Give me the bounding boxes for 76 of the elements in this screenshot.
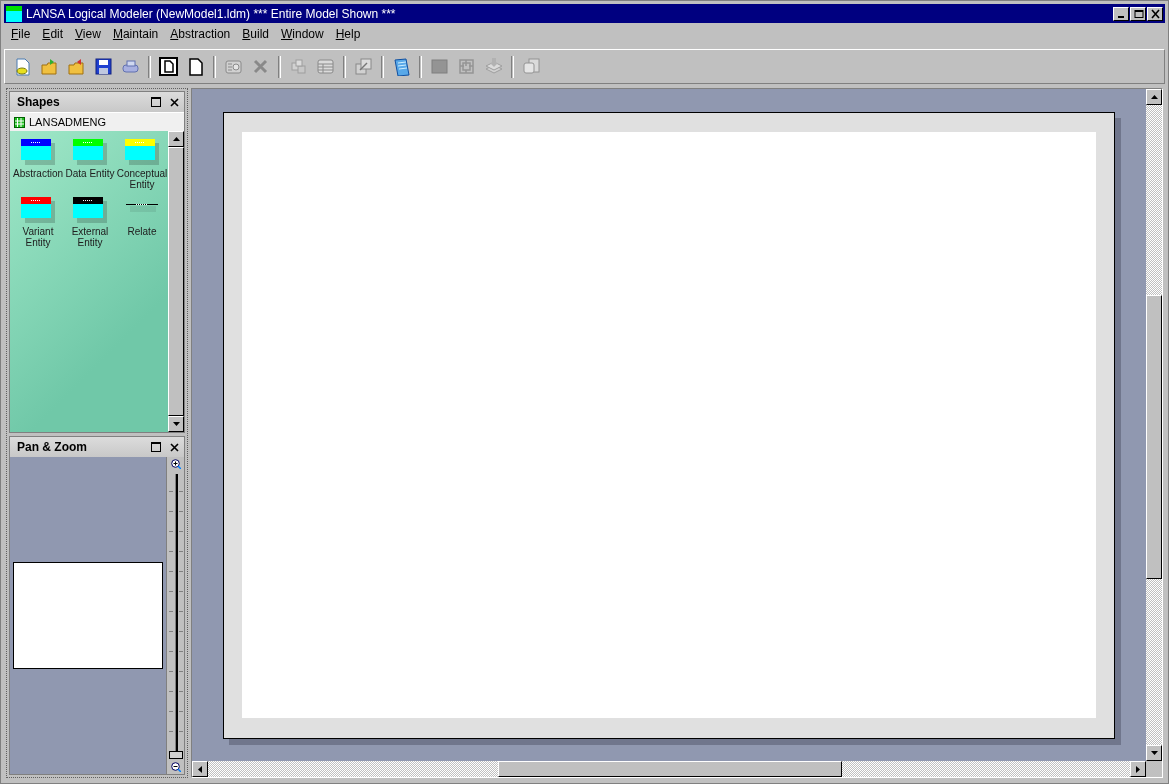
app-icon <box>6 5 22 22</box>
shape-label: Variant Entity <box>21 226 55 248</box>
new-document-icon <box>13 57 32 76</box>
dark-square-icon <box>430 57 449 76</box>
shape-label: External Entity <box>70 226 110 248</box>
scroll-up-button[interactable] <box>1146 89 1162 105</box>
restore-button[interactable] <box>150 441 162 453</box>
copy-icon <box>522 57 541 76</box>
menu-item[interactable]: Build <box>236 25 275 43</box>
cubes-icon <box>289 57 308 76</box>
cross-icon <box>251 57 270 76</box>
horizontal-scrollbar[interactable] <box>192 761 1146 777</box>
shape-label: Conceptual Entity <box>116 168 168 190</box>
close-button[interactable] <box>168 441 180 453</box>
grid-icon <box>14 116 25 128</box>
menu-item[interactable]: Help <box>329 25 367 43</box>
menu-item[interactable]: File <box>5 25 37 43</box>
printer-icon <box>121 57 140 76</box>
maximize-button[interactable] <box>1130 6 1146 21</box>
restore-icon <box>151 442 161 452</box>
shape-item[interactable]: Conceptual Entity <box>116 139 168 197</box>
right-arrow-icon <box>1136 765 1140 773</box>
minimize-icon <box>1118 15 1124 18</box>
panel-title: Pan & Zoom <box>17 440 88 454</box>
close-icon <box>1149 8 1161 19</box>
panel-title: Shapes <box>17 95 61 109</box>
shape-label: Relate <box>127 226 157 237</box>
shape-label: Abstraction <box>13 168 63 179</box>
open-folder-icon <box>67 57 86 76</box>
scroll-down-button[interactable] <box>1146 745 1162 761</box>
maze-icon <box>457 57 476 76</box>
shape-item[interactable]: Relate <box>116 197 168 255</box>
scrollbar-thumb[interactable] <box>1146 295 1162 579</box>
menu-item[interactable]: Abstraction <box>164 25 237 43</box>
shape-item[interactable]: Data Entity <box>64 139 116 197</box>
resize-icon <box>354 57 373 76</box>
shape-label: Data Entity <box>65 168 115 179</box>
notebook-icon <box>392 57 411 76</box>
table-icon <box>316 57 335 76</box>
page-icon <box>186 57 205 76</box>
shape-item[interactable]: Abstraction <box>12 139 64 197</box>
close-button[interactable] <box>168 96 180 108</box>
vertical-scrollbar[interactable] <box>1146 89 1162 761</box>
scroll-up-button[interactable] <box>168 131 184 147</box>
scroll-down-button[interactable] <box>168 416 184 432</box>
relation-line-icon <box>126 204 158 212</box>
scrollbar-thumb[interactable] <box>498 761 842 777</box>
close-icon <box>169 97 179 107</box>
menu-item[interactable]: Maintain <box>106 25 165 43</box>
restore-icon <box>151 97 161 107</box>
stacked-layers-icon <box>484 57 503 76</box>
restore-button[interactable] <box>150 96 162 108</box>
maximize-icon <box>1132 8 1144 19</box>
up-arrow-icon <box>172 137 180 141</box>
card-icon <box>224 57 243 76</box>
shape-item[interactable]: External Entity <box>64 197 116 255</box>
shape-item[interactable]: Variant Entity <box>12 197 64 255</box>
minimize-button[interactable] <box>1113 6 1129 21</box>
menu-item[interactable]: View <box>69 25 107 43</box>
library-name: LANSADMENG <box>29 116 107 128</box>
zoom-out-icon <box>170 762 181 772</box>
zoom-in-icon <box>170 459 181 469</box>
window-title: LANSA Logical Modeler (NewModel1.ldm) *** Entire Model Shown *** <box>26 6 397 21</box>
close-icon <box>169 442 179 452</box>
left-arrow-icon <box>198 765 202 773</box>
zoom-slider[interactable] <box>168 472 183 759</box>
menu-item[interactable]: Edit <box>36 25 70 43</box>
menu-item[interactable]: Window <box>275 25 330 43</box>
down-arrow-icon <box>1150 751 1158 755</box>
slider-thumb[interactable] <box>168 751 183 759</box>
up-arrow-icon <box>1150 95 1158 99</box>
scroll-right-button[interactable] <box>1130 761 1146 777</box>
scroll-left-button[interactable] <box>192 761 208 777</box>
down-arrow-icon <box>172 422 180 426</box>
page-icon <box>159 57 178 76</box>
open-folder-icon <box>40 57 59 76</box>
